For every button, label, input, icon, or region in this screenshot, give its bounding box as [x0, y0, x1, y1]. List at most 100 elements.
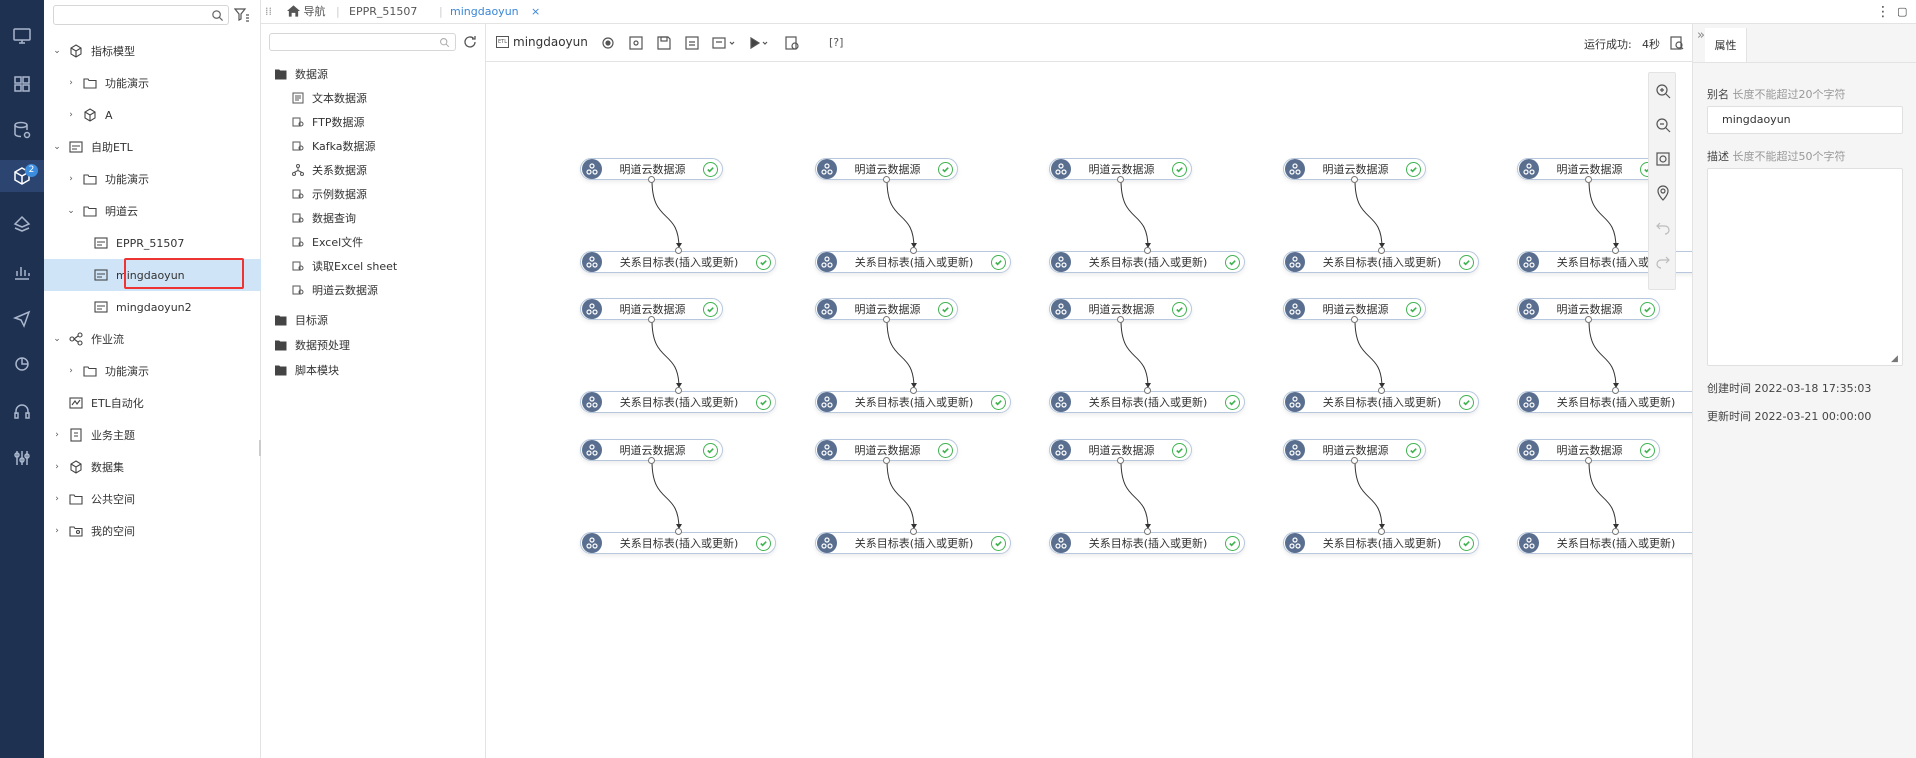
target-node[interactable]: 关系目标表(插入或更新) — [815, 532, 1011, 554]
zoom-in-icon[interactable] — [1655, 83, 1671, 99]
tree-item-workflow[interactable]: ⌄ 作业流 — [44, 323, 261, 355]
tree-item-a[interactable]: › A — [44, 99, 261, 131]
layers-icon[interactable] — [0, 208, 44, 240]
output-port[interactable] — [648, 457, 655, 464]
component-excel-file[interactable]: Excel文件 — [292, 231, 363, 253]
output-port[interactable] — [1117, 316, 1124, 323]
tab-mingdaoyun[interactable]: mingdaoyun — [450, 0, 519, 24]
filter-icon[interactable] — [234, 8, 250, 22]
save-as-icon[interactable] — [684, 35, 700, 51]
tab-close-icon[interactable]: × — [531, 0, 540, 24]
description-textarea[interactable] — [1707, 168, 1903, 366]
input-port[interactable] — [1612, 247, 1619, 254]
send-icon[interactable] — [0, 302, 44, 334]
tree-item-eppr[interactable]: EPPR_51507 — [44, 227, 261, 259]
output-port[interactable] — [1351, 176, 1358, 183]
fit-view-icon[interactable] — [1655, 151, 1671, 167]
tab-properties[interactable]: 属性 — [1705, 28, 1747, 62]
input-port[interactable] — [1378, 247, 1385, 254]
output-port[interactable] — [883, 457, 890, 464]
input-port[interactable] — [1144, 247, 1151, 254]
etl-cube-icon[interactable]: 2 — [0, 160, 44, 192]
target-node[interactable]: 关系目标表(插入或更新) — [815, 391, 1011, 413]
collapse-caret-icon[interactable]: › — [67, 79, 75, 88]
input-port[interactable] — [1612, 387, 1619, 394]
output-port[interactable] — [883, 316, 890, 323]
output-port[interactable] — [1351, 316, 1358, 323]
expand-caret-icon[interactable]: ⌄ — [53, 143, 61, 152]
input-port[interactable] — [675, 387, 682, 394]
input-port[interactable] — [1378, 387, 1385, 394]
tree-search-input[interactable] — [53, 5, 229, 25]
tree-item-self-etl[interactable]: ⌄ 自助ETL — [44, 131, 261, 163]
component-relational-source[interactable]: 关系数据源 — [292, 159, 367, 181]
component-sample-source[interactable]: 示例数据源 — [292, 183, 367, 205]
group-datasource[interactable]: 数据源 — [274, 63, 328, 85]
more-menu-icon[interactable]: ⋮ — [1876, 0, 1890, 24]
etl-flow-canvas[interactable]: 明道云数据源 关系目标表(插入或更新) 明道云数据源 关系目标表(插入或更新) 明道云数… — [486, 62, 1692, 758]
target-node[interactable]: 关系目标表(插入或更新) — [1517, 391, 1692, 413]
component-data-query[interactable]: 数据查询 — [292, 207, 356, 229]
input-port[interactable] — [1612, 528, 1619, 535]
target-node[interactable]: 关系目标表(插入或更新) — [580, 532, 776, 554]
resize-grip-icon[interactable]: ◢ — [1891, 354, 1898, 364]
group-preprocess[interactable]: 数据预处理 — [274, 334, 350, 356]
group-script[interactable]: 脚本模块 — [274, 359, 339, 381]
component-mingdaoyun-source[interactable]: 明道云数据源 — [292, 279, 378, 301]
refresh-icon[interactable] — [463, 35, 477, 49]
component-text-source[interactable]: 文本数据源 — [292, 87, 367, 109]
tree-item-mingdaoyun2[interactable]: mingdaoyun2 — [44, 291, 261, 323]
tree-item-demo[interactable]: › 功能演示 — [44, 355, 261, 387]
target-node[interactable]: 关系目标表(插入或更新) — [1283, 532, 1479, 554]
tree-item-business-topic[interactable]: › 业务主题 — [44, 419, 261, 451]
tools-icon[interactable] — [0, 442, 44, 474]
output-port[interactable] — [1585, 457, 1592, 464]
component-search-input[interactable] — [269, 33, 456, 51]
output-port[interactable] — [883, 176, 890, 183]
target-node[interactable]: 关系目标表(插入或更新) — [580, 251, 776, 273]
headset-icon[interactable] — [0, 396, 44, 428]
collapse-caret-icon[interactable]: › — [53, 463, 61, 472]
input-port[interactable] — [675, 247, 682, 254]
target-node[interactable]: 关系目标表(插入或更新) — [1283, 251, 1479, 273]
target-node[interactable]: 关系目标表(插入或更新) — [1049, 251, 1245, 273]
collapse-caret-icon[interactable]: › — [67, 367, 75, 376]
input-port[interactable] — [1378, 528, 1385, 535]
tree-item-demo[interactable]: › 功能演示 — [44, 163, 261, 195]
tree-item-mingdaoyun-folder[interactable]: ⌄ 明道云 — [44, 195, 261, 227]
target-node[interactable]: 关系目标表(插入或更新) — [1049, 532, 1245, 554]
monitor-icon[interactable] — [0, 20, 44, 52]
collapse-caret-icon[interactable]: › — [53, 431, 61, 440]
collapse-caret-icon[interactable]: › — [67, 111, 75, 120]
output-port[interactable] — [1351, 457, 1358, 464]
tab-nav[interactable]: 导航 — [287, 0, 326, 24]
undo-icon[interactable] — [1655, 219, 1671, 235]
output-port[interactable] — [648, 176, 655, 183]
target-node[interactable]: 关系目标表(插入或更新) — [1049, 391, 1245, 413]
target-node[interactable]: 关系目标表(插入或更新) — [1283, 391, 1479, 413]
schedule-icon[interactable] — [784, 35, 800, 51]
tree-item-demo[interactable]: › 功能演示 — [44, 67, 261, 99]
redo-icon[interactable] — [1655, 253, 1671, 269]
target-node[interactable]: 关系目标表(插入或更新) — [1517, 532, 1692, 554]
input-port[interactable] — [910, 528, 917, 535]
collapse-caret-icon[interactable]: › — [53, 527, 61, 536]
zoom-out-icon[interactable] — [1655, 117, 1671, 133]
help-button[interactable]: [?] — [829, 36, 843, 49]
tree-item-my-space[interactable]: › 我的空间 — [44, 515, 261, 547]
panel-resize-handle[interactable] — [259, 440, 261, 456]
tree-item-etl-automation[interactable]: ETL自动化 — [44, 387, 261, 419]
component-kafka-source[interactable]: Kafka数据源 — [292, 135, 376, 157]
target-node[interactable]: 关系目标表(插入或更新) — [580, 391, 776, 413]
input-port[interactable] — [1144, 528, 1151, 535]
collapse-caret-icon[interactable]: › — [53, 495, 61, 504]
output-port[interactable] — [1117, 176, 1124, 183]
alias-input[interactable]: mingdaoyun — [1707, 106, 1903, 134]
gear-chart-icon[interactable] — [0, 348, 44, 380]
target-node[interactable]: 关系目标表(插入或更新) — [815, 251, 1011, 273]
location-icon[interactable] — [1655, 185, 1671, 201]
dashboard-icon[interactable] — [0, 68, 44, 100]
drag-handle-icon[interactable]: ⁞⁞ — [265, 0, 272, 24]
expand-caret-icon[interactable]: ⌄ — [53, 335, 61, 344]
component-excel-sheet[interactable]: 读取Excel sheet — [292, 255, 397, 277]
